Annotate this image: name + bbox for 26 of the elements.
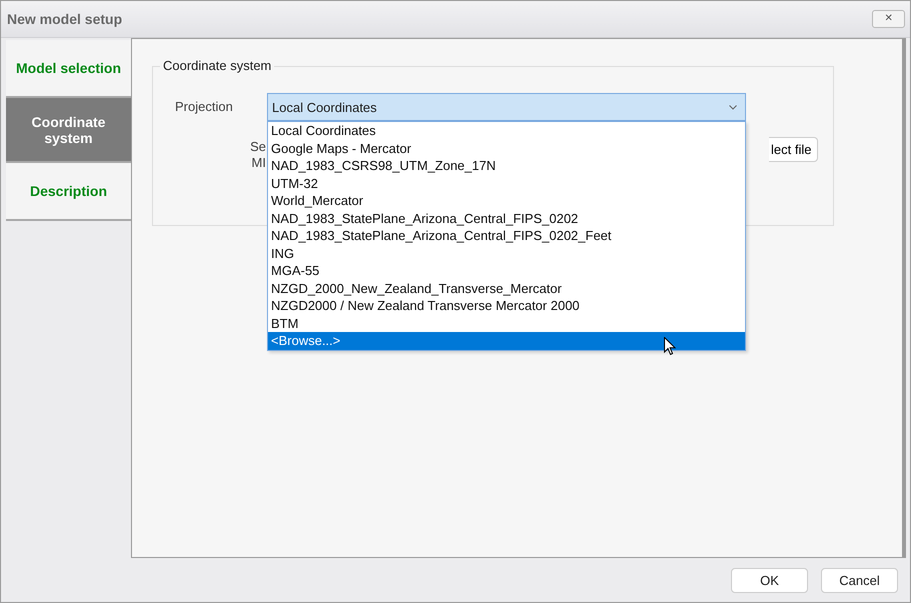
dialog-button[interactable]: OK bbox=[731, 568, 808, 592]
dropdown-option[interactable]: UTM-32 bbox=[268, 174, 745, 192]
tab[interactable]: Model selection bbox=[6, 40, 131, 98]
dropdown-option[interactable]: NAD_1983_StatePlane_Arizona_Central_FIPS_0202 bbox=[268, 210, 745, 227]
dropdown-option[interactable]: NAD_1983_CSRS98_UTM_Zone_17N bbox=[268, 157, 745, 174]
dropdown-option[interactable]: World_Mercator bbox=[268, 192, 745, 210]
tab[interactable]: Description bbox=[6, 163, 131, 221]
dropdown-option[interactable]: MGA-55 bbox=[268, 262, 745, 280]
label-text: Se bbox=[250, 139, 266, 155]
chevron-down-icon bbox=[729, 104, 737, 110]
projection-dropdown[interactable]: Local Coordinates bbox=[267, 93, 746, 121]
window-title: New model setup bbox=[7, 11, 122, 27]
dropdown-option[interactable]: ING bbox=[268, 244, 745, 262]
field-label: Projection bbox=[175, 98, 234, 114]
group-title: Coordinate system bbox=[160, 58, 274, 73]
select-file-button[interactable]: lect file bbox=[769, 136, 818, 162]
dropdown-option[interactable]: Local Coordinates bbox=[268, 122, 745, 140]
tab[interactable]: Coordinate system bbox=[6, 98, 131, 163]
dropdown-option[interactable]: NZGD2000 / New Zealand Transverse Mercator 2000 bbox=[268, 297, 745, 314]
dropdown-option[interactable]: NZGD_2000_New_Zealand_Transverse_Mercator bbox=[268, 280, 745, 297]
dropdown-option[interactable]: BTM bbox=[268, 314, 745, 332]
dropdown-option[interactable]: Google Maps - Mercator bbox=[268, 140, 745, 157]
dropdown-option[interactable]: NAD_1983_StatePlane_Arizona_Central_FIPS_0202_Feet bbox=[268, 227, 745, 244]
dialog-button[interactable]: Cancel bbox=[821, 568, 898, 592]
label-text: MI bbox=[252, 155, 266, 171]
close-button[interactable]: ✕ bbox=[872, 10, 905, 28]
